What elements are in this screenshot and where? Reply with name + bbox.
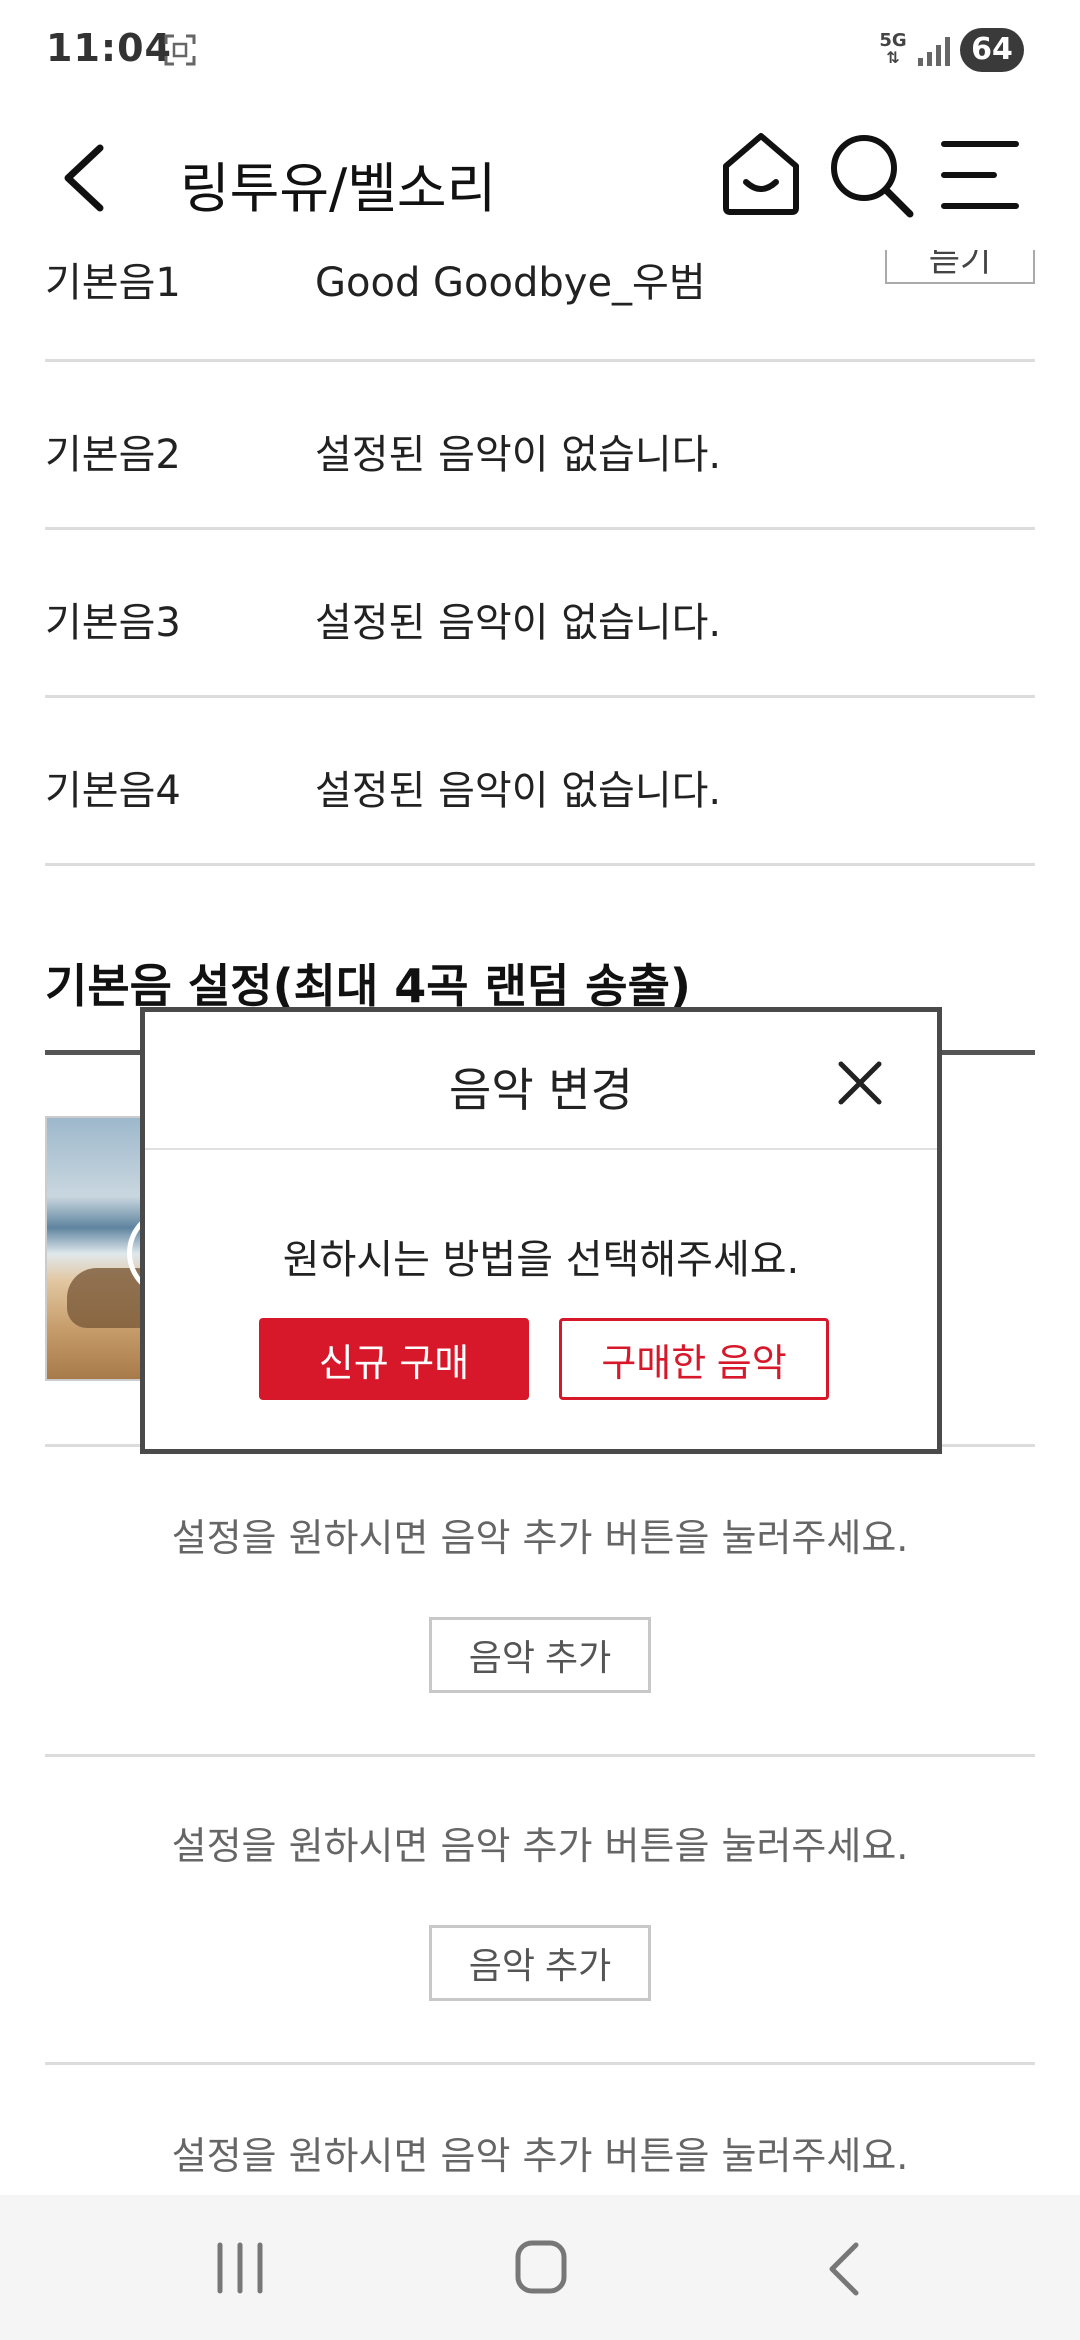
ringtone-row: 기본음4 설정된 음악이 없습니다. [45, 698, 1035, 866]
nav-back-icon[interactable] [820, 2239, 870, 2299]
ringtone-slot: 설정을 원하시면 음악 추가 버튼을 눌러주세요. 음악 추가 [45, 1444, 1035, 1754]
new-purchase-button[interactable]: 신규 구매 [259, 1318, 529, 1400]
listen-button[interactable]: 듣기 [885, 250, 1035, 284]
row-value: 설정된 음악이 없습니다. [315, 600, 722, 646]
app-header: 링투유/벨소리 [0, 100, 1080, 250]
row-value: Good Goodbye_우범 [315, 260, 706, 306]
purchased-music-button[interactable]: 구매한 음악 [559, 1318, 829, 1400]
slot-message: 설정을 원하시면 음악 추가 버튼을 눌러주세요. [171, 2134, 909, 2178]
change-music-dialog: 음악 변경 원하시는 방법을 선택해주세요. 신규 구매 구매한 음악 [140, 1007, 942, 1454]
row-value: 설정된 음악이 없습니다. [315, 432, 722, 478]
dialog-title: 음악 변경 [449, 1063, 633, 1117]
status-bar: 11:04 5G ⇅ 64 [0, 0, 1080, 100]
nav-recent-icon[interactable] [210, 2241, 270, 2295]
back-arrow-icon[interactable] [50, 138, 120, 218]
slot-message: 설정을 원하시면 음악 추가 버튼을 눌러주세요. [171, 1516, 909, 1560]
ringtone-slot: 설정을 원하시면 음악 추가 버튼을 눌러주세요. [45, 2062, 1035, 2195]
row-value: 설정된 음악이 없습니다. [315, 768, 722, 814]
screenshot-icon [164, 34, 196, 66]
home-icon[interactable] [718, 128, 804, 218]
battery-indicator: 64 [960, 28, 1024, 72]
add-music-button[interactable]: 음악 추가 [429, 1617, 651, 1693]
ringtone-row: 기본음1 Good Goodbye_우범 듣기 [45, 250, 1035, 362]
dialog-header: 음악 변경 [145, 1012, 937, 1150]
slot-message: 설정을 원하시면 음악 추가 버튼을 눌러주세요. [171, 1824, 909, 1868]
page-title: 링투유/벨소리 [180, 157, 497, 220]
row-label: 기본음4 [45, 768, 181, 814]
dialog-message: 원하시는 방법을 선택해주세요. [282, 1237, 800, 1283]
status-time: 11:04 [46, 26, 172, 70]
row-label: 기본음1 [45, 260, 181, 306]
ringtone-slot: 설정을 원하시면 음악 추가 버튼을 눌러주세요. 음악 추가 [45, 1754, 1035, 2064]
search-icon[interactable] [826, 130, 916, 220]
network-indicator: 5G ⇅ [876, 32, 910, 66]
data-arrows-icon: ⇅ [886, 48, 900, 67]
nav-home-icon[interactable] [514, 2237, 568, 2297]
system-nav-bar [0, 2195, 1080, 2340]
row-label: 기본음3 [45, 600, 181, 646]
row-label: 기본음2 [45, 432, 181, 478]
signal-icon [918, 37, 950, 66]
close-icon[interactable] [835, 1058, 885, 1108]
add-music-button[interactable]: 음악 추가 [429, 1925, 651, 2001]
ringtone-row: 기본음3 설정된 음악이 없습니다. [45, 530, 1035, 698]
ringtone-row: 기본음2 설정된 음악이 없습니다. [45, 362, 1035, 530]
menu-icon[interactable] [934, 138, 1024, 212]
